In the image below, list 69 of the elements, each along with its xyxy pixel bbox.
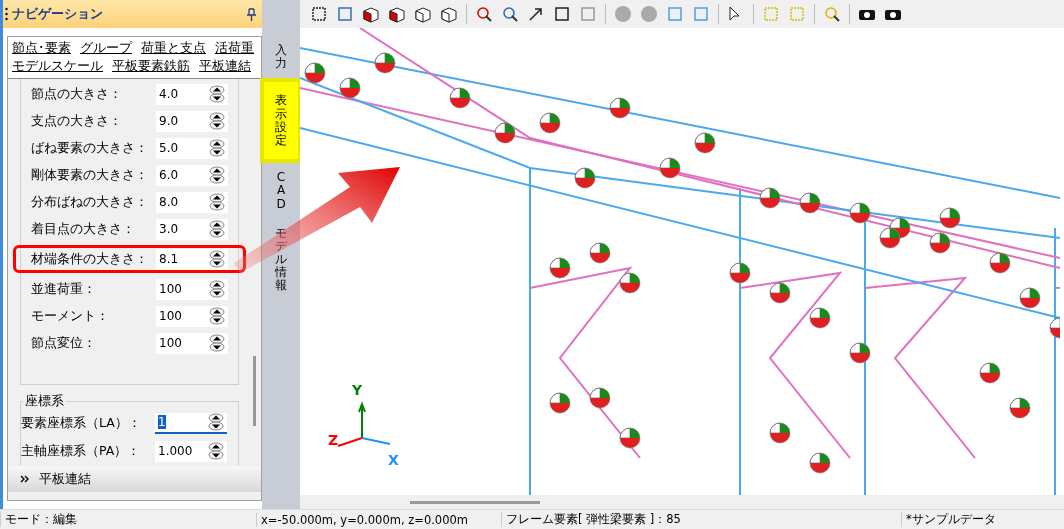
chevron-icon — [20, 475, 29, 483]
spin-arrows-icon[interactable] — [209, 280, 225, 298]
zoom-window-icon — [474, 4, 494, 24]
number-spinner[interactable]: 100 — [156, 305, 228, 327]
side-tab[interactable]: モデル情報 — [275, 222, 287, 297]
spin-arrows-icon[interactable] — [209, 112, 225, 130]
spin-arrows-icon[interactable] — [209, 193, 225, 211]
setting-label: 着目点の大きさ： — [31, 220, 136, 238]
nav-link[interactable]: 荷重と支点 — [141, 40, 206, 57]
number-spinner[interactable]: 1.000 — [155, 440, 227, 462]
axis-label: X — [388, 452, 399, 468]
spin-arrows-icon[interactable] — [209, 166, 225, 184]
nav-link[interactable]: 活荷重 — [215, 40, 254, 57]
setting-label: 並進荷重： — [31, 280, 97, 298]
spin-arrows-icon[interactable] — [209, 85, 225, 103]
nav-link[interactable]: 平板連結 — [199, 58, 251, 75]
axis-label: Y — [352, 382, 363, 398]
number-spinner[interactable]: 8.1 — [156, 248, 228, 270]
axis-label: Z — [328, 432, 339, 448]
setting-label: 要素座標系（LA）： — [21, 414, 142, 432]
section-header-button[interactable]: 平板連結 — [8, 466, 261, 492]
status-text: モード：編集 — [0, 512, 256, 527]
number-spinner[interactable]: 1 — [155, 412, 227, 434]
number-spinner[interactable]: 100 — [156, 332, 228, 354]
cube-icon — [413, 4, 433, 24]
cube-icon — [361, 4, 381, 24]
cube-icon — [387, 4, 407, 24]
setting-label: 剛体要素の大きさ： — [31, 166, 149, 184]
nav-link[interactable]: モデルスケール — [12, 58, 103, 75]
number-spinner[interactable]: 100 — [156, 278, 228, 300]
nav-link[interactable]: 節点･要素 — [12, 40, 71, 57]
number-spinner[interactable]: 6.0 — [156, 164, 228, 186]
status-text: x=-50.000m, y=0.000m, z=0.000m — [256, 512, 501, 527]
nav-link[interactable]: 平板要素鉄筋 — [112, 58, 190, 75]
scrollbar-thumb[interactable] — [410, 500, 540, 504]
spin-arrows-icon[interactable] — [208, 413, 224, 431]
setting-label: ばね要素の大きさ： — [31, 139, 149, 157]
nav-link[interactable]: グループ — [80, 40, 132, 57]
spin-arrows-icon[interactable] — [209, 220, 225, 238]
spin-arrows-icon[interactable] — [208, 442, 224, 460]
spin-arrows-icon[interactable] — [209, 250, 225, 268]
zoom-out-icon — [500, 4, 520, 24]
setting-label: 節点変位： — [31, 334, 97, 352]
panel-title: ナビゲーション — [12, 5, 104, 23]
magnifier-icon — [822, 4, 842, 24]
spin-arrows-icon[interactable] — [209, 334, 225, 352]
side-tab[interactable]: 入力 — [275, 40, 287, 75]
side-tab[interactable]: CAD — [275, 167, 287, 215]
number-spinner[interactable]: 5.0 — [156, 137, 228, 159]
setting-label: 主軸座標系（PA）： — [21, 442, 142, 460]
number-spinner[interactable]: 4.0 — [156, 83, 228, 105]
group-title: 座標系 — [24, 393, 65, 410]
grip-icon — [5, 7, 8, 21]
setting-label: 節点の大きさ： — [31, 85, 123, 103]
setting-label: モーメント： — [31, 307, 110, 325]
pin-icon[interactable] — [247, 7, 256, 21]
scrollbar-thumb[interactable] — [252, 356, 256, 426]
number-spinner[interactable]: 9.0 — [156, 110, 228, 132]
cube-icon — [439, 4, 459, 24]
setting-label: 支点の大きさ： — [31, 112, 123, 130]
status-text: *サンプルデータ — [901, 512, 1064, 527]
number-spinner[interactable]: 8.0 — [156, 191, 228, 213]
rect-select-icon — [761, 4, 781, 24]
number-spinner[interactable]: 3.0 — [156, 218, 228, 240]
spin-arrows-icon[interactable] — [209, 139, 225, 157]
status-text: フレーム要素[ 弾性梁要素 ]：85 — [501, 512, 901, 527]
spin-arrows-icon[interactable] — [209, 307, 225, 325]
setting-label: 分布ばねの大きさ： — [31, 193, 149, 211]
setting-label: 材端条件の大きさ： — [31, 250, 149, 268]
